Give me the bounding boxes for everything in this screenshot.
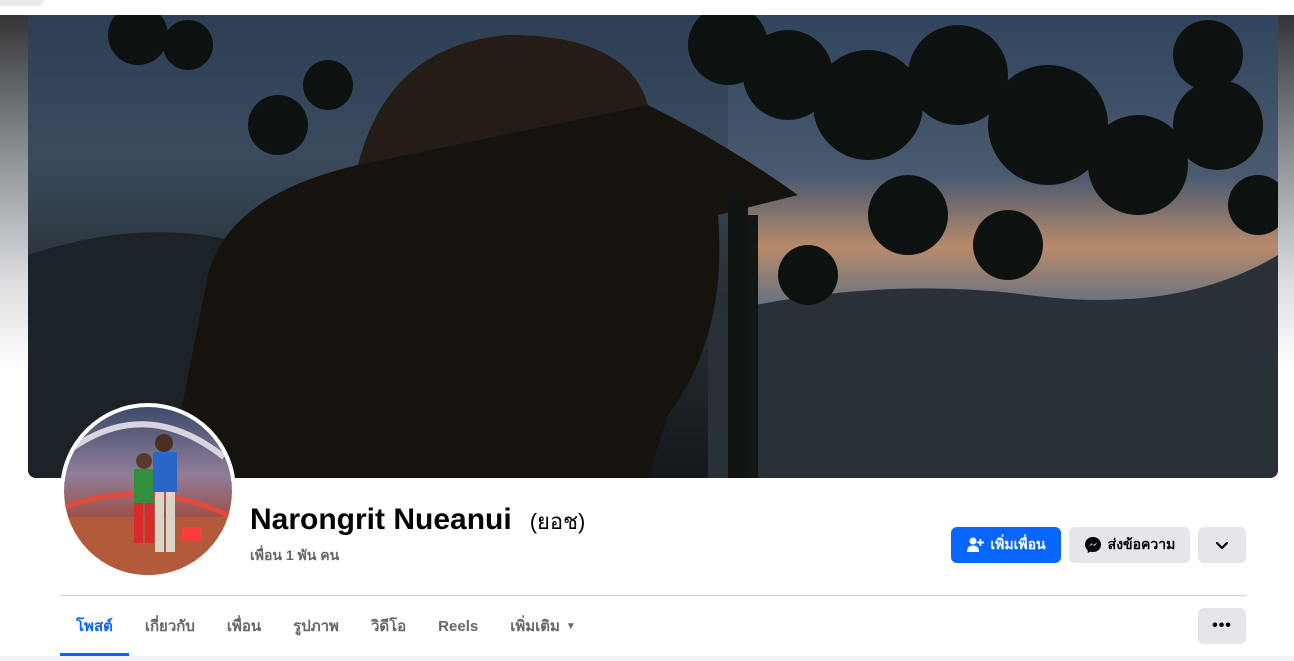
tab-more[interactable]: เพิ่มเติม ▼	[494, 596, 592, 656]
tab-label: เพิ่มเติม	[510, 618, 560, 635]
tab-videos[interactable]: วิดีโอ	[355, 596, 422, 656]
tab-label: โพสต์	[76, 618, 113, 635]
profile-picture[interactable]	[60, 403, 236, 579]
profile-name-row: Narongrit Nueanui (ยอช)	[250, 503, 585, 539]
top-bar-pill	[0, 0, 44, 6]
tab-photos[interactable]: รูปภาพ	[277, 596, 355, 656]
tab-friends[interactable]: เพื่อน	[211, 596, 277, 656]
tab-reels[interactable]: Reels	[422, 596, 494, 656]
tab-posts[interactable]: โพสต์	[60, 596, 129, 656]
avatar	[64, 407, 232, 575]
tab-label: เกี่ยวกับ	[144, 618, 195, 635]
profile-more-button[interactable]	[1198, 527, 1246, 563]
message-button[interactable]: ส่งข้อความ	[1069, 527, 1190, 563]
profile-tabs: โพสต์ เกี่ยวกับ เพื่อน รูปภาพ วิดีโอ Ree…	[60, 596, 592, 656]
alternate-name: (ยอช)	[529, 509, 586, 534]
tab-label: Reels	[438, 617, 479, 635]
add-friend-label: เพิ่มเพื่อน	[990, 536, 1046, 552]
message-label: ส่งข้อความ	[1107, 536, 1176, 552]
top-bar	[0, 0, 1294, 15]
tabs-overflow-button[interactable]: •••	[1198, 608, 1246, 644]
add-friend-icon	[966, 536, 985, 554]
profile-name: Narongrit Nueanui	[250, 503, 512, 536]
tab-label: รูปภาพ	[293, 618, 339, 635]
add-friend-button[interactable]: เพิ่มเพื่อน	[951, 527, 1061, 563]
page-bottom-strip	[0, 656, 1294, 661]
tab-about[interactable]: เกี่ยวกับ	[129, 596, 211, 656]
friends-count-link[interactable]: เพื่อน 1 พัน คน	[250, 545, 339, 567]
chevron-down-icon	[1213, 536, 1231, 554]
tab-label: วิดีโอ	[370, 618, 407, 635]
messenger-icon	[1084, 536, 1102, 554]
caret-down-icon: ▼	[565, 620, 576, 632]
tab-label: เพื่อน	[226, 618, 262, 635]
